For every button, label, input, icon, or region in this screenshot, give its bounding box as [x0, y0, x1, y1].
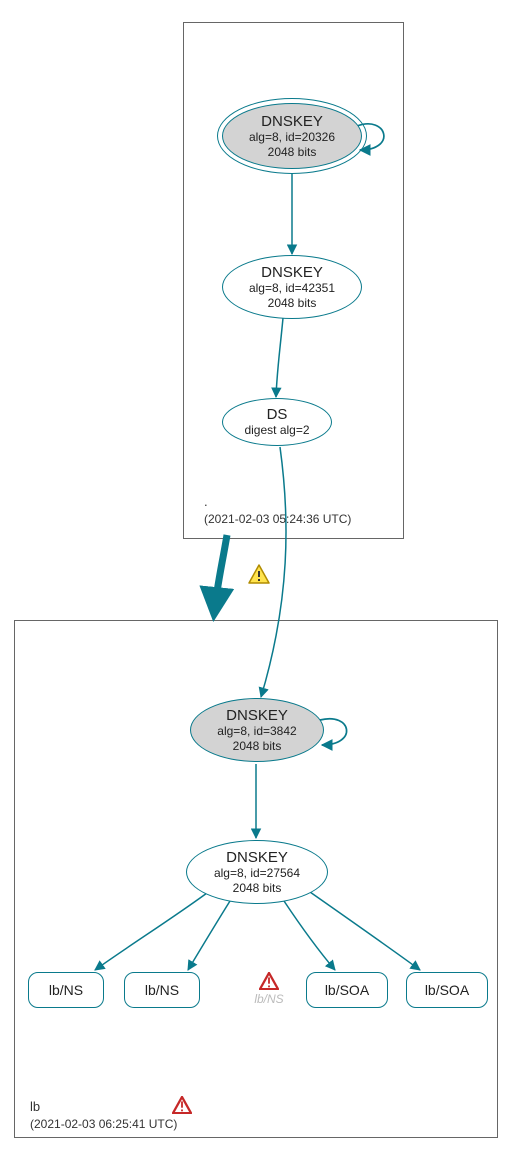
- node-sub1: alg=8, id=20326: [249, 130, 335, 145]
- rr-label: lb/NS: [49, 982, 83, 998]
- rr-label: lb/NS: [145, 982, 179, 998]
- dnskey-lb-ksk[interactable]: DNSKEY alg=8, id=3842 2048 bits: [190, 698, 324, 762]
- rrset-lb-ns-error[interactable]: lb/NS: [239, 972, 299, 1006]
- dnskey-root-ksk[interactable]: DNSKEY alg=8, id=20326 2048 bits: [222, 103, 362, 169]
- node-sub1: digest alg=2: [244, 423, 309, 438]
- rrset-lb-ns-1[interactable]: lb/NS: [28, 972, 104, 1008]
- rrset-lb-ns-2[interactable]: lb/NS: [124, 972, 200, 1008]
- zone-root-label: . (2021-02-03 05:24:36 UTC): [204, 493, 351, 528]
- node-sub1: alg=8, id=3842: [217, 724, 296, 739]
- node-title: DS: [267, 406, 288, 423]
- zone-name: .: [204, 493, 351, 511]
- zone-timestamp: (2021-02-03 06:25:41 UTC): [30, 1116, 177, 1133]
- rr-label: lb/SOA: [325, 982, 369, 998]
- rrset-lb-soa-1[interactable]: lb/SOA: [306, 972, 388, 1008]
- zone-name: lb: [30, 1098, 177, 1116]
- node-sub1: alg=8, id=42351: [249, 281, 335, 296]
- rrset-lb-soa-2[interactable]: lb/SOA: [406, 972, 488, 1008]
- zone-lb-label: lb (2021-02-03 06:25:41 UTC): [30, 1098, 177, 1133]
- node-sub2: 2048 bits: [268, 145, 317, 160]
- node-title: DNSKEY: [261, 264, 323, 281]
- dnskey-lb-zsk[interactable]: DNSKEY alg=8, id=27564 2048 bits: [186, 840, 328, 904]
- zone-error-icon[interactable]: [172, 1096, 192, 1117]
- warning-icon[interactable]: [248, 564, 270, 587]
- node-sub2: 2048 bits: [268, 296, 317, 311]
- zone-timestamp: (2021-02-03 05:24:36 UTC): [204, 511, 351, 528]
- error-icon: [259, 972, 279, 990]
- node-sub2: 2048 bits: [233, 881, 282, 896]
- rr-label: lb/SOA: [425, 982, 469, 998]
- node-sub1: alg=8, id=27564: [214, 866, 300, 881]
- node-sub2: 2048 bits: [233, 739, 282, 754]
- rr-label-ghost: lb/NS: [239, 992, 299, 1006]
- node-title: DNSKEY: [261, 113, 323, 130]
- node-title: DNSKEY: [226, 707, 288, 724]
- ds-node[interactable]: DS digest alg=2: [222, 398, 332, 446]
- node-title: DNSKEY: [226, 849, 288, 866]
- dnskey-root-zsk[interactable]: DNSKEY alg=8, id=42351 2048 bits: [222, 255, 362, 319]
